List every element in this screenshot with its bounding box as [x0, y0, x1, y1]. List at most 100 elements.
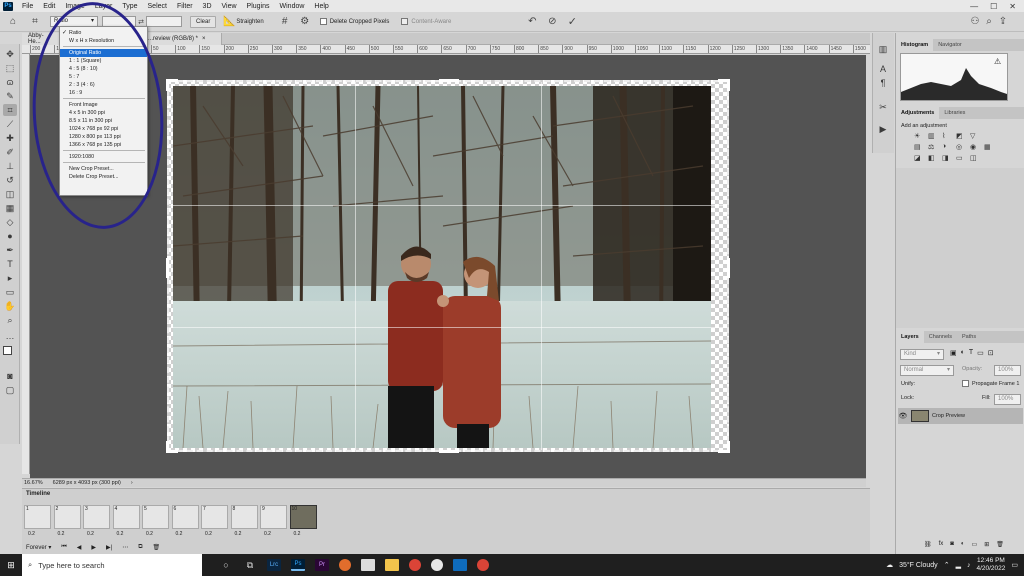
filter-shape-icon[interactable]: ▭ [977, 349, 984, 357]
tray-chevron-icon[interactable]: ⌃ [944, 561, 950, 569]
new-adjustment-icon[interactable]: ◐ [961, 541, 965, 548]
eraser-tool-icon[interactable]: ◫ [3, 188, 17, 200]
frame-delay[interactable]: 0.2 [294, 531, 301, 537]
calculator-icon[interactable] [453, 559, 467, 571]
crop-tool-icon[interactable]: ⌗ [3, 104, 17, 116]
clone-stamp-icon[interactable]: ⊥ [3, 160, 17, 172]
more-tools-icon[interactable]: … [3, 330, 17, 342]
delete-cropped-checkbox[interactable] [319, 18, 327, 25]
levels-icon[interactable]: ▥ [928, 132, 939, 140]
straighten-icon[interactable]: 📐 [222, 15, 236, 29]
propagate-frame[interactable]: Propagate Frame 1 [962, 380, 1019, 387]
invert-icon[interactable]: ◪ [914, 154, 925, 162]
quick-select-tool-icon[interactable]: ✎ [3, 90, 17, 102]
network-icon[interactable]: ▂ [956, 561, 961, 569]
blur-tool-icon[interactable]: ◇ [3, 216, 17, 228]
blend-mode-select[interactable]: Normal ▾ [900, 365, 954, 376]
dodge-tool-icon[interactable]: ● [3, 230, 17, 242]
pen-tool-icon[interactable]: ✒ [3, 244, 17, 256]
delete-frame-icon[interactable]: 🗑 [153, 544, 161, 551]
fill-field[interactable]: 100% [994, 394, 1021, 405]
task-view-icon[interactable]: ⧉ [238, 554, 262, 576]
tab-close-icon[interactable]: × [202, 36, 206, 42]
opacity-field[interactable]: 100% [994, 365, 1021, 376]
straighten-label[interactable]: Straighten [236, 19, 263, 25]
bw-icon[interactable]: ◑ [942, 143, 953, 151]
cortana-icon[interactable]: ○ [214, 554, 238, 576]
status-arrow-icon[interactable]: › [131, 480, 133, 486]
frame-delay[interactable]: 0.2 [264, 531, 271, 537]
crop-frame[interactable] [166, 79, 730, 453]
duplicate-frame-icon[interactable]: ⧉ [138, 544, 142, 551]
timeline-frame[interactable]: 7 0.2 [201, 505, 228, 539]
timeline-frame[interactable]: 1 0.2 [24, 505, 51, 539]
notepad-icon[interactable] [361, 559, 375, 571]
weather-text[interactable]: 35°F Cloudy [899, 562, 938, 569]
prev-frame-icon[interactable]: ◀ [77, 544, 82, 551]
new-group-icon[interactable]: ▭ [972, 541, 978, 548]
height-field[interactable] [146, 16, 182, 27]
frame-delay[interactable]: 0.2 [87, 531, 94, 537]
frame-delay[interactable]: 0.2 [205, 531, 212, 537]
timeline-frame[interactable]: 2 0.2 [53, 505, 81, 539]
tab-histogram[interactable]: Histogram [896, 39, 934, 51]
brush-tool-icon[interactable]: ✐ [3, 146, 17, 158]
chrome-icon-2[interactable] [477, 559, 489, 571]
add-mask-icon[interactable]: ◙ [950, 541, 954, 548]
file-explorer-icon[interactable] [385, 559, 399, 571]
crop-handle-top-right[interactable] [727, 79, 730, 91]
timeline-frame[interactable]: 6 0.2 [171, 505, 199, 539]
actions-panel-icon[interactable]: ▶ [876, 123, 890, 135]
commit-check-icon[interactable]: ✓ [565, 15, 579, 29]
quick-mask-icon[interactable]: ◙ [3, 370, 17, 382]
layer-row[interactable]: 👁 Crop Preview [898, 408, 1023, 424]
home-icon[interactable]: ⌂ [6, 15, 20, 29]
chrome-icon[interactable] [409, 559, 421, 571]
channel-mixer-icon[interactable]: ◉ [970, 143, 981, 151]
paragraph-panel-icon[interactable]: ¶ [876, 77, 890, 89]
hand-tool-icon[interactable]: ✋ [3, 300, 17, 312]
frame-delay[interactable]: 0.2 [235, 531, 242, 537]
threshold-icon[interactable]: ◨ [942, 154, 953, 162]
history-brush-icon[interactable]: ↺ [3, 174, 17, 186]
crop-handle-top-left[interactable] [166, 79, 169, 91]
warning-icon[interactable]: ⚠ [994, 57, 1001, 66]
timeline-frame[interactable]: 8 0.2 [230, 505, 258, 539]
close-icon[interactable]: ✕ [1009, 2, 1016, 11]
zoom-level[interactable]: 16.67% [24, 480, 43, 486]
timeline-frame[interactable]: 9 0.2 [260, 505, 287, 539]
menu-filter[interactable]: Filter [172, 3, 198, 10]
crop-handle-right[interactable] [727, 258, 730, 278]
volume-icon[interactable]: ♪ [967, 562, 971, 569]
lasso-tool-icon[interactable]: ɷ [3, 76, 17, 88]
photoshop-taskbar-icon[interactable]: Ps [291, 559, 305, 571]
propagate-checkbox[interactable] [962, 380, 969, 387]
search-icon[interactable]: ⌕ [982, 15, 996, 29]
visibility-eye-icon[interactable]: 👁 [898, 412, 908, 420]
frame-delay[interactable]: 0.2 [176, 531, 183, 537]
frame-delay[interactable]: 0.2 [117, 531, 124, 537]
foreground-color-swatch[interactable] [3, 346, 12, 355]
path-select-icon[interactable]: ▸ [3, 272, 17, 284]
lightroom-classic-icon[interactable]: Lrc [267, 559, 281, 571]
clock[interactable]: 12:46 PM 4/20/2022 [976, 557, 1005, 573]
menu-edit[interactable]: Edit [38, 3, 60, 10]
timeline-frame[interactable]: 4 0.2 [112, 505, 140, 539]
frame-delay[interactable]: 0.2 [58, 531, 65, 537]
weather-icon[interactable]: ☁ [886, 561, 893, 569]
notification-icon[interactable]: ▭ [1011, 561, 1018, 569]
menu-help[interactable]: Help [309, 3, 333, 10]
crop-handle-left[interactable] [166, 258, 169, 278]
curves-icon[interactable]: ⌇ [942, 132, 953, 140]
share-icon[interactable]: ⇪ [996, 15, 1010, 29]
reset-icon[interactable]: ↶ [525, 15, 539, 29]
gradient-tool-icon[interactable]: ▦ [3, 202, 17, 214]
tab-libraries[interactable]: Libraries [939, 107, 970, 119]
first-frame-icon[interactable]: ⏮ [61, 544, 66, 551]
app-orange-icon[interactable] [339, 559, 351, 571]
color-lookup-icon[interactable]: ▦ [984, 143, 995, 151]
cancel-icon[interactable]: ⊘ [545, 15, 559, 29]
loop-options-select[interactable]: Forever ▾ [26, 544, 51, 551]
maximize-icon[interactable]: ☐ [990, 2, 997, 11]
document-info[interactable]: 6289 px x 4093 px (300 ppi) [53, 480, 121, 486]
